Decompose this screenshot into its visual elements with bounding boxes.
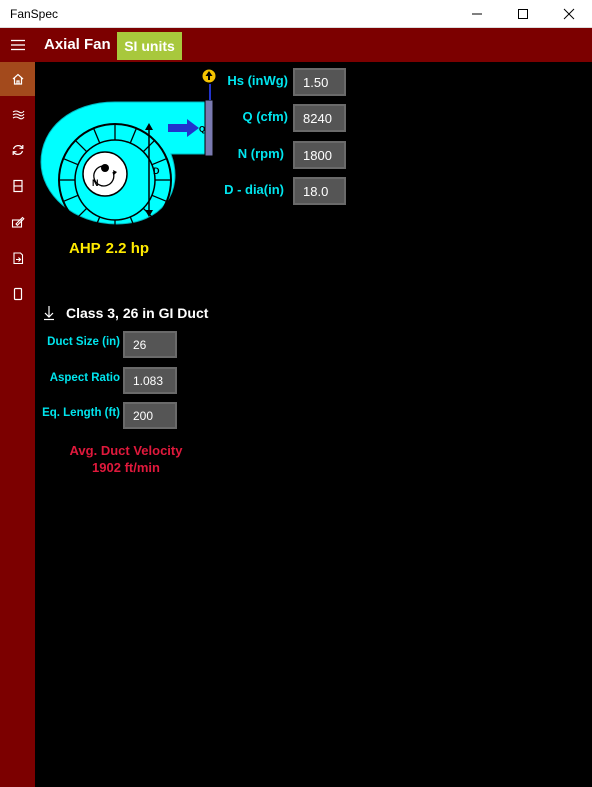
duct-size-label: Duct Size (in)	[47, 336, 120, 348]
aspect-ratio-input[interactable]: 1.083	[123, 367, 177, 394]
panel-icon	[12, 179, 23, 193]
velocity-label: Avg. Duct Velocity	[69, 443, 183, 458]
nav-item-fan-curve[interactable]	[0, 97, 35, 131]
impeller-hub	[82, 151, 128, 197]
title-bar: FanSpec	[0, 0, 592, 28]
device-icon	[13, 287, 22, 301]
nav-item-export[interactable]	[0, 241, 35, 275]
menu-button[interactable]	[0, 28, 35, 62]
page-title: Axial Fan	[44, 36, 111, 53]
home-icon	[12, 73, 23, 85]
d-input[interactable]: 18.0	[293, 177, 346, 205]
edit-icon	[11, 216, 25, 228]
nav-item-home[interactable]	[0, 62, 35, 96]
refresh-icon	[12, 145, 23, 155]
nav-item-duct[interactable]	[0, 169, 35, 203]
nav-item-device[interactable]	[0, 277, 35, 311]
velocity-value: 1902 ft/min	[92, 460, 160, 475]
maximize-icon	[518, 9, 528, 19]
q-input[interactable]: 8240	[293, 104, 346, 132]
n-label: N (rpm)	[237, 146, 284, 161]
n-input[interactable]: 1800	[293, 141, 346, 169]
ahp-label: AHP	[69, 240, 101, 257]
diagram-label-q: Q	[199, 125, 205, 134]
minimize-button[interactable]	[454, 0, 500, 28]
q-label: Q (cfm)	[242, 109, 289, 124]
nav-item-edit[interactable]	[0, 205, 35, 239]
d-label: D - dia(in)	[224, 182, 284, 197]
diagram-label-n: N	[92, 178, 99, 188]
close-icon	[563, 8, 575, 20]
diagram-label-d: D	[153, 166, 160, 176]
app-title: FanSpec	[10, 7, 59, 21]
sidebar	[0, 62, 35, 787]
duct-size-input[interactable]: 26	[123, 331, 177, 358]
waves-icon	[12, 110, 24, 120]
download-arrow-icon	[44, 306, 54, 321]
ahp-value: 2.2 hp	[105, 240, 150, 257]
nav-item-convert[interactable]	[0, 133, 35, 167]
si-units-button[interactable]: SI units	[117, 32, 182, 60]
aspect-ratio-label: Aspect Ratio	[49, 372, 120, 384]
eq-length-input[interactable]: 200	[123, 402, 177, 429]
close-button[interactable]	[546, 0, 592, 28]
export-icon	[12, 252, 23, 265]
duct-heading-text: Class 3, 26 in GI Duct	[66, 305, 209, 321]
duct-velocity-output: Avg. Duct Velocity 1902 ft/min	[56, 442, 196, 476]
hamburger-icon	[10, 39, 25, 51]
maximize-button[interactable]	[500, 0, 546, 28]
ahp-output: AHP 2.2 hp	[69, 240, 154, 257]
minimize-icon	[472, 13, 482, 15]
fan-diagram: N D Q	[40, 68, 217, 237]
app-window: FanSpec Axial Fan SI units N D Q Hs (inW…	[0, 0, 592, 787]
hs-input[interactable]: 1.50	[293, 68, 346, 96]
app-header: Axial Fan SI units	[0, 28, 592, 62]
duct-heading[interactable]: Class 3, 26 in GI Duct	[42, 305, 208, 321]
hs-label: Hs (inWg)	[227, 73, 288, 88]
eq-length-label: Eq. Length (ft)	[42, 407, 120, 419]
